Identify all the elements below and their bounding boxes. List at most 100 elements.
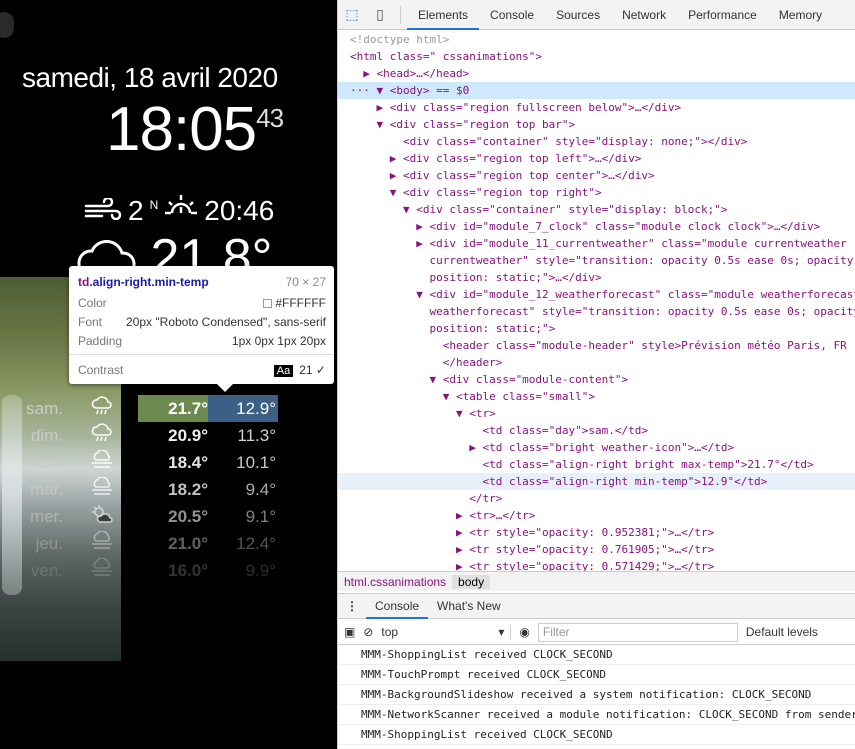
fog-cloud-icon [66, 530, 138, 557]
wind-icon [84, 195, 122, 227]
tab-elements[interactable]: Elements [407, 0, 480, 30]
forecast-table: sam. 21.7° 12.9° dim. 20.9° 11.3° lun. 18.4° 10.… [0, 395, 278, 584]
dom-node-line[interactable]: ▼ <div class="region top bar"> [338, 116, 855, 133]
inspect-tooltip: td.align-right.min-temp 70 × 27 Color #FF… [69, 266, 334, 392]
dom-node-line[interactable]: <header class="module-header" style>Prév… [338, 337, 855, 354]
tooltip-size: 70 × 27 [285, 275, 326, 289]
forecast-min-temp: 10.1° [236, 452, 276, 472]
forecast-row: mar. 18.2° 9.4° [0, 476, 278, 503]
dom-node-line[interactable]: <!doctype html> [338, 31, 855, 48]
dom-node-line[interactable]: ▶ <td class="bright weather-icon">…</td> [338, 439, 855, 456]
drawer-tabbar: ⋮ Console What's New [338, 593, 855, 619]
tooltip-font-row: Font 20px "Roboto Condensed", sans-serif [78, 315, 326, 329]
forecast-row: sam. 21.7° 12.9° [0, 395, 278, 422]
dom-node-line[interactable]: <html class=" cssanimations"> [338, 48, 855, 65]
sunset-icon [164, 193, 198, 228]
forecast-day: dim. [30, 425, 63, 445]
dom-node-line[interactable]: <td class="align-right min-temp">12.9°</… [338, 473, 855, 490]
wind-sunset-row: 2N 20:46 [84, 193, 274, 228]
dom-node-line[interactable]: ▼ <table class="small"> [338, 388, 855, 405]
dom-node-line[interactable]: ▶ <tr style="opacity: 0.761905;">…</tr> [338, 541, 855, 558]
console-message: MMM-TouchPrompt received CLOCK_SECOND [338, 745, 855, 749]
drawer-menu-icon[interactable]: ⋮ [338, 599, 366, 613]
forecast-min-temp: 12.4° [236, 533, 276, 553]
forecast-max-temp: 20.9° [168, 425, 208, 445]
rain-cloud-icon [66, 422, 138, 449]
dom-node-line[interactable]: ▶ <div class="region top center">…</div> [338, 167, 855, 184]
dom-node-line[interactable]: <td class="align-right bright max-temp">… [338, 456, 855, 473]
tab-whats-new[interactable]: What's New [428, 593, 510, 619]
eye-icon[interactable]: ◉ [519, 625, 529, 639]
forecast-day: sam. [26, 398, 63, 418]
forecast-day: jeu. [35, 533, 63, 553]
clear-console-icon[interactable]: ⊘ [363, 625, 373, 639]
dom-node-line[interactable]: ▶ <tr>…</tr> [338, 507, 855, 524]
color-swatch [263, 299, 273, 309]
clock-hours-minutes: 18:05 [106, 95, 257, 164]
forecast-day: mar. [29, 479, 63, 499]
wind-speed: 2 [128, 194, 144, 226]
dom-node-line[interactable]: ▶ <div id="module_7_clock" class="module… [338, 218, 855, 235]
tooltip-padding-row: Padding 1px 0px 1px 20px [78, 334, 326, 348]
forecast-day: ven. [30, 560, 63, 580]
tab-performance[interactable]: Performance [677, 0, 768, 30]
dom-node-line[interactable]: ▼ <div id="module_12_weatherforecast" cl… [338, 286, 855, 303]
dom-node-line[interactable]: ▶ <div class="region fullscreen below">…… [338, 99, 855, 116]
chevron-down-icon: ▾ [498, 625, 505, 639]
console-toolbar: ▣ ⊘ top ▾ ◉ Filter Default levels [338, 620, 855, 645]
dom-node-line[interactable]: weatherforecast" style="transition: opac… [338, 303, 855, 320]
dom-node-line[interactable]: ▶ <div class="region top left">…</div> [338, 150, 855, 167]
fog-cloud-icon [66, 476, 138, 503]
clock-seconds: 43 [256, 103, 284, 133]
forecast-row: ven. 16.0° 9.9° [0, 557, 278, 584]
dom-node-line[interactable]: ▼ <div class="container" style="display:… [338, 201, 855, 218]
filter-input[interactable]: Filter [537, 622, 738, 642]
tab-memory[interactable]: Memory [768, 0, 833, 30]
forecast-min-temp: 9.4° [245, 479, 276, 499]
console-log-list: MMM-ShoppingList received CLOCK_SECOND MM… [338, 645, 855, 749]
forecast-row: lun. 18.4° 10.1° [0, 449, 278, 476]
console-message: MMM-ShoppingList received CLOCK_SECOND [338, 645, 855, 665]
dom-node-line[interactable]: ▶ <tr style="opacity: 0.571429;">…</tr> [338, 558, 855, 571]
inspect-element-icon[interactable]: ⬚ [338, 6, 366, 23]
breadcrumb-body[interactable]: body [452, 574, 491, 589]
sidebar-toggle-icon[interactable]: ▣ [344, 625, 355, 639]
dom-node-line[interactable]: ▼ <div class="module-content"> [338, 371, 855, 388]
forecast-row: jeu. 21.0° 12.4° [0, 530, 278, 557]
dom-node-line[interactable]: ··· ▼ <body> == $0 [338, 82, 855, 99]
forecast-day: lun. [35, 452, 63, 472]
dom-node-line[interactable]: ▶ <head>…</head> [338, 65, 855, 82]
clock-date: samedi, 18 avril 2020 [22, 62, 278, 93]
dom-node-line[interactable]: ▼ <div class="region top right"> [338, 184, 855, 201]
device-toolbar-icon[interactable]: ▯ [366, 6, 394, 23]
forecast-max-temp: 16.0° [168, 560, 208, 580]
forecast-min-temp: 9.9° [245, 560, 276, 580]
elements-tree[interactable]: <!doctype html> <html class=" cssanimatio… [338, 31, 855, 571]
dom-node-line[interactable]: currentweather" style="transition: opaci… [338, 252, 855, 269]
breadcrumb-html[interactable]: html.cssanimations [338, 575, 452, 589]
dom-node-line[interactable]: <td class="day">sam.</td> [338, 422, 855, 439]
forecast-max-temp: 18.2° [168, 479, 208, 499]
tab-network[interactable]: Network [611, 0, 677, 30]
dom-node-line[interactable]: <div class="container" style="display: n… [338, 133, 855, 150]
partly-cloudy-icon [66, 503, 138, 530]
dom-node-line[interactable]: </header> [338, 354, 855, 371]
dom-node-line[interactable]: position: static;"> [338, 320, 855, 337]
tab-console-drawer[interactable]: Console [366, 593, 429, 619]
tooltip-color-row: Color #FFFFFF [78, 296, 326, 310]
context-select[interactable]: top ▾ [381, 625, 512, 639]
dom-node-line[interactable]: ▶ <tr style="opacity: 0.952381;">…</tr> [338, 524, 855, 541]
dom-node-line[interactable]: ▶ <div id="module_11_currentweather" cla… [338, 235, 855, 252]
dom-node-line[interactable]: ▼ <tr> [338, 405, 855, 422]
dom-node-line[interactable]: </tr> [338, 490, 855, 507]
rain-cloud-icon [66, 395, 138, 422]
levels-select[interactable]: Default levels [746, 625, 818, 639]
dom-node-line[interactable]: position: static;">…</div> [338, 269, 855, 286]
forecast-max-temp: 21.0° [168, 533, 208, 553]
tooltip-contrast-row: Contrast Aa 21 ✓ [78, 363, 326, 377]
wind-direction: N [149, 197, 159, 212]
forecast-min-temp: 9.1° [245, 506, 276, 526]
tooltip-arrow [217, 384, 233, 392]
tab-sources[interactable]: Sources [545, 0, 611, 30]
tab-console[interactable]: Console [479, 0, 545, 30]
